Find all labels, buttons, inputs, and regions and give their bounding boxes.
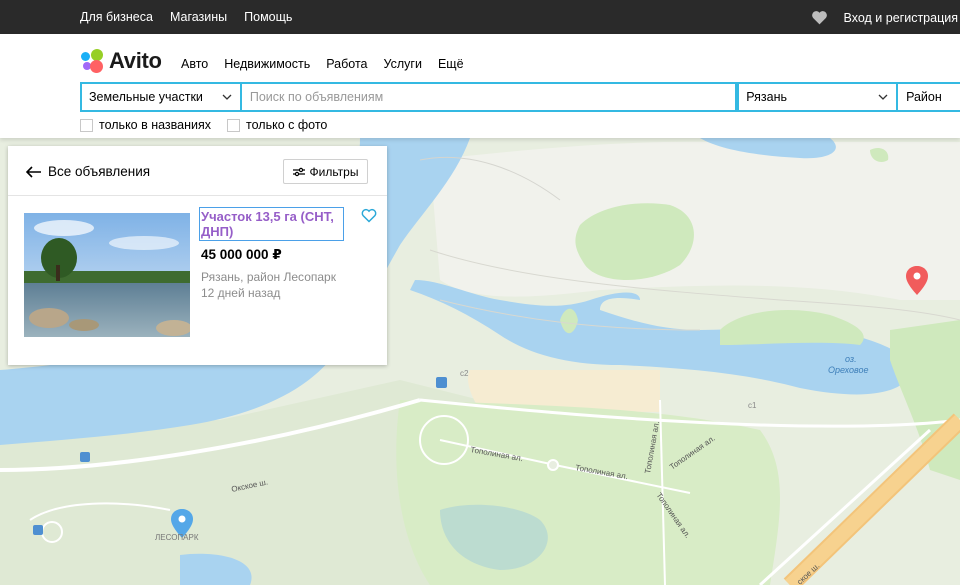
district-select-value: Район xyxy=(906,90,942,104)
listing-photo[interactable] xyxy=(24,213,190,337)
city-select-value: Рязань xyxy=(746,90,788,104)
lake-label-2: Ореховое xyxy=(828,365,869,375)
arrow-left-icon xyxy=(26,165,41,178)
filters-icon xyxy=(292,167,305,176)
top-nav-help[interactable]: Помощь xyxy=(244,10,292,24)
chevron-down-icon xyxy=(222,94,232,100)
category-services[interactable]: Услуги xyxy=(384,57,422,71)
boat-stop-icon xyxy=(80,452,90,462)
with-photo-label: только с фото xyxy=(246,118,328,132)
panel-header: Все объявления Фильтры xyxy=(8,146,387,196)
search-bar: Земельные участки Поиск по объявлениям Р… xyxy=(80,82,960,112)
avito-logo[interactable]: Avito xyxy=(80,48,162,74)
district-select[interactable]: Район xyxy=(898,82,960,112)
city-select[interactable]: Рязань xyxy=(737,82,899,112)
checkbox-box[interactable] xyxy=(80,118,93,132)
badge-c1: c1 xyxy=(748,401,757,410)
category-select-value: Земельные участки xyxy=(89,90,203,104)
filters-label: Фильтры xyxy=(309,164,359,179)
login-link[interactable]: Вход и регистрация xyxy=(844,11,958,25)
listing-title-link[interactable]: Участок 13,5 га (СНТ, ДНП) xyxy=(199,207,344,241)
back-to-all-button[interactable]: Все объявления xyxy=(26,164,150,179)
header: Avito Авто Недвижимость Работа Услуги Ещ… xyxy=(0,34,960,138)
chevron-down-icon xyxy=(878,94,888,100)
category-jobs[interactable]: Работа xyxy=(326,57,367,71)
titles-only-checkbox[interactable]: только в названиях xyxy=(80,118,211,132)
category-realty[interactable]: Недвижимость xyxy=(224,57,310,71)
listing-price: 45 000 000 ₽ xyxy=(201,247,282,262)
badge-c2: c2 xyxy=(460,369,469,378)
top-right: Вход и регистрация xyxy=(811,10,958,25)
listing-date: 12 дней назад xyxy=(201,286,281,300)
bus-stop-icon xyxy=(436,377,447,388)
checkbox-box[interactable] xyxy=(227,118,241,132)
search-placeholder: Поиск по объявлениям xyxy=(249,90,384,104)
logo-dots-icon xyxy=(80,49,104,73)
top-nav: Для бизнеса Магазины Помощь xyxy=(80,10,292,24)
listing-panel: Все объявления Фильтры Участок 13,5 га (… xyxy=(8,146,387,365)
category-select[interactable]: Земельные участки xyxy=(80,82,242,112)
favorite-heart-icon[interactable] xyxy=(361,208,377,223)
bus-stop-icon xyxy=(33,525,43,535)
titles-only-label: только в названиях xyxy=(99,118,212,132)
marker-label-lesopark: ЛЕСОПАРК xyxy=(155,533,199,542)
top-bar: Для бизнеса Магазины Помощь Вход и регис… xyxy=(0,0,960,34)
logo-text: Avito xyxy=(109,48,162,73)
search-input[interactable]: Поиск по объявлениям xyxy=(241,82,738,112)
with-photo-checkbox[interactable]: только с фото xyxy=(227,118,327,132)
search-options: только в названиях только с фото xyxy=(80,118,327,132)
favorites-heart-icon[interactable] xyxy=(811,10,828,25)
back-label: Все объявления xyxy=(48,164,151,179)
category-auto[interactable]: Авто xyxy=(181,57,208,71)
listing-location: Рязань, район Лесопарк xyxy=(201,270,336,284)
category-more[interactable]: Ещё xyxy=(438,57,464,71)
top-nav-business[interactable]: Для бизнеса xyxy=(80,10,153,24)
top-nav-shops[interactable]: Магазины xyxy=(170,10,227,24)
lake-label-1: оз. xyxy=(845,354,857,364)
filters-button[interactable]: Фильтры xyxy=(283,159,368,184)
category-nav: Авто Недвижимость Работа Услуги Ещё xyxy=(181,57,464,71)
